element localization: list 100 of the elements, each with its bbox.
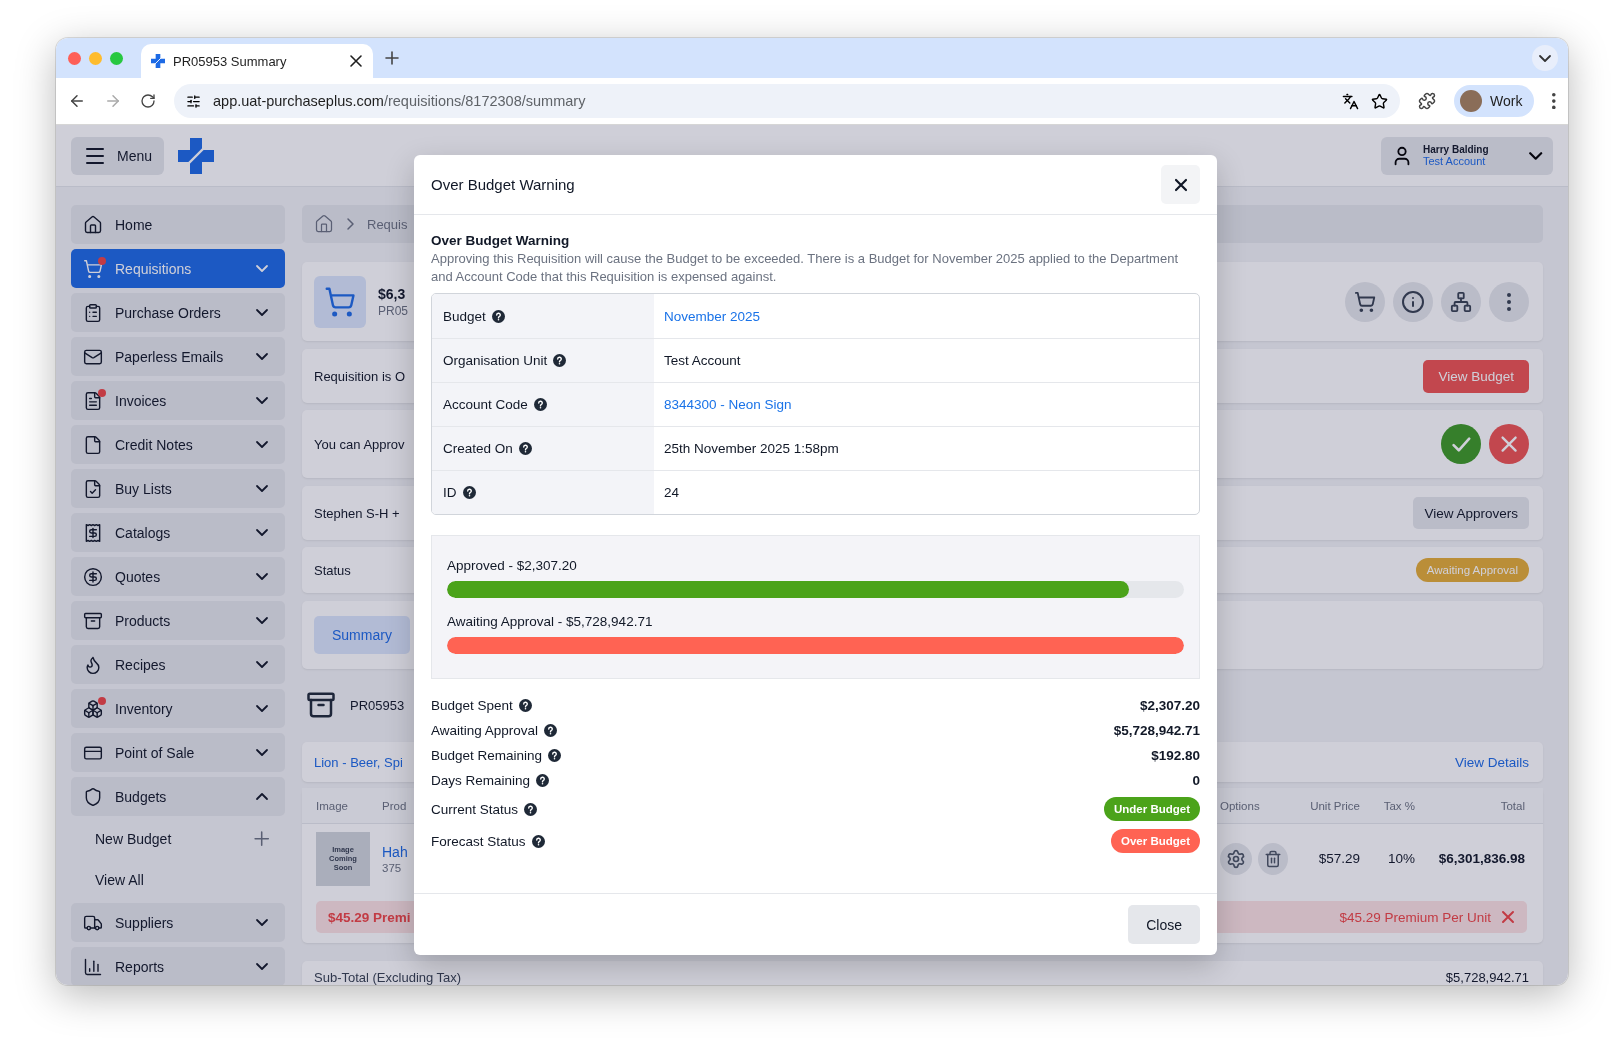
sidebar-item[interactable]: Suppliers <box>71 903 285 942</box>
sidebar-item[interactable]: Inventory <box>71 689 285 728</box>
shield-icon <box>83 786 103 807</box>
chevron-right-icon <box>346 217 355 231</box>
sidebar-item[interactable]: Buy Lists <box>71 469 285 508</box>
settings-button[interactable] <box>1220 842 1252 875</box>
dialog-title: Over Budget Warning <box>431 176 575 193</box>
sidebar-item[interactable]: Invoices <box>71 381 285 420</box>
sidebar-item[interactable]: Credit Notes <box>71 425 285 464</box>
flame-icon <box>83 654 103 675</box>
sidebar-item[interactable]: Quotes <box>71 557 285 596</box>
chevron-down-icon <box>255 352 269 361</box>
status-label: Status <box>314 562 351 578</box>
stat-value: 0 <box>1192 773 1200 788</box>
column-header: Image <box>316 799 349 812</box>
detail-link[interactable]: November 2025 <box>654 294 1199 338</box>
chevron-down-icon <box>255 918 269 927</box>
detail-link[interactable]: 8344300 - Neon Sign <box>654 383 1199 426</box>
menu-button[interactable]: Menu <box>71 136 165 175</box>
back-icon <box>68 92 86 110</box>
receipt-icon <box>83 522 103 543</box>
help-icon <box>531 834 545 848</box>
cart-button[interactable] <box>1345 281 1385 322</box>
more-button[interactable] <box>1489 281 1529 322</box>
profile-button[interactable]: Work <box>1454 85 1535 117</box>
supplier-link[interactable]: Lion - Beer, Spi <box>314 754 403 770</box>
sidebar-item[interactable]: Products <box>71 601 285 640</box>
sidebar-item[interactable]: Requisitions <box>71 249 285 288</box>
sidebar-item[interactable]: Point of Sale <box>71 733 285 772</box>
delete-button[interactable] <box>1258 842 1288 875</box>
info-button[interactable] <box>1393 281 1433 322</box>
chevron-down-icon <box>1527 150 1543 161</box>
extensions-button[interactable] <box>1418 92 1436 110</box>
sidebar-item[interactable]: Budgets <box>71 777 285 816</box>
column-header: Tax % <box>1382 799 1415 812</box>
home-icon <box>83 214 103 235</box>
user-account: Test Account <box>1423 155 1487 167</box>
close-button[interactable] <box>1161 165 1200 204</box>
notification-dot <box>98 697 106 705</box>
puzzle-icon <box>1418 92 1436 110</box>
view-approvers-button[interactable]: View Approvers <box>1413 497 1529 529</box>
stat-value: $5,728,942.71 <box>1113 723 1200 738</box>
user-menu[interactable]: Harry Balding Test Account <box>1381 136 1553 175</box>
close-icon <box>1499 434 1519 454</box>
warning-title: Over Budget Warning <box>431 233 571 248</box>
product-link[interactable]: Hah <box>382 843 408 860</box>
user-name: Harry Balding <box>1423 144 1490 155</box>
more-icon <box>1552 92 1556 110</box>
chevron-down-icon <box>255 308 269 317</box>
requisition-number: PR05 <box>378 303 409 318</box>
help-icon <box>462 486 476 499</box>
address-bar[interactable]: app.uat-purchaseplus.com/requisitions/8172308/summary <box>174 84 1400 118</box>
hierarchy-button[interactable] <box>1441 281 1481 322</box>
sidebar-item[interactable]: Home <box>71 205 285 244</box>
avatar <box>1460 90 1482 112</box>
detail-label: Budget <box>443 308 486 324</box>
browser-menu-button[interactable] <box>1552 92 1556 110</box>
approve-button[interactable] <box>1441 424 1481 464</box>
reject-button[interactable] <box>1489 424 1529 464</box>
sidebar-item[interactable]: Catalogs <box>71 513 285 552</box>
stat-label: Budget Spent <box>431 698 513 713</box>
sidebar-subitem[interactable]: New Budget <box>71 821 285 857</box>
close-icon <box>349 54 363 68</box>
info-icon <box>1401 289 1425 314</box>
chevron-down-icon <box>255 748 269 757</box>
browser-tab[interactable]: PR05953 Summary <box>141 44 373 78</box>
close-button[interactable]: Close <box>1128 905 1200 944</box>
chevron-up-icon <box>255 792 269 801</box>
chevron-down-icon <box>255 484 269 493</box>
status-label: Current Status <box>431 801 519 817</box>
status-badge: Awaiting Approval <box>1415 558 1529 582</box>
reload-icon <box>140 93 156 109</box>
back-button[interactable] <box>68 92 86 110</box>
chevron-down-icon <box>255 660 269 669</box>
help-icon <box>524 802 538 816</box>
detail-value: 25th November 2025 1:58pm <box>663 440 840 458</box>
chevron-down-icon <box>255 396 269 405</box>
cart-icon <box>324 285 356 318</box>
dollar-icon <box>83 566 103 587</box>
chevron-down-icon <box>255 264 269 273</box>
sidebar-item[interactable]: Recipes <box>71 645 285 684</box>
help-icon <box>533 398 547 411</box>
sidebar-subitem[interactable]: View All <box>71 862 285 898</box>
tab-list-button[interactable] <box>1532 45 1558 71</box>
requisition-amount: $6,3 <box>378 285 407 302</box>
clipboard-icon <box>83 302 103 323</box>
chevron-down-icon <box>255 616 269 625</box>
document-icon <box>83 390 103 411</box>
approval-text: You can Approv <box>314 436 405 452</box>
sidebar-item[interactable]: Paperless Emails <box>71 337 285 376</box>
detail-label: Created On <box>443 441 513 456</box>
column-header: Unit Price <box>1309 799 1360 812</box>
view-details-link[interactable]: View Details <box>1454 754 1529 770</box>
progress-label: Approved - $2,307.20 <box>447 558 578 573</box>
help-icon <box>553 354 567 367</box>
site-settings-icon <box>186 93 201 109</box>
sidebar-item[interactable]: Purchase Orders <box>71 293 285 332</box>
help-icon <box>548 749 562 762</box>
reload-button[interactable] <box>140 93 156 109</box>
sidebar-item[interactable]: Reports <box>71 947 285 985</box>
